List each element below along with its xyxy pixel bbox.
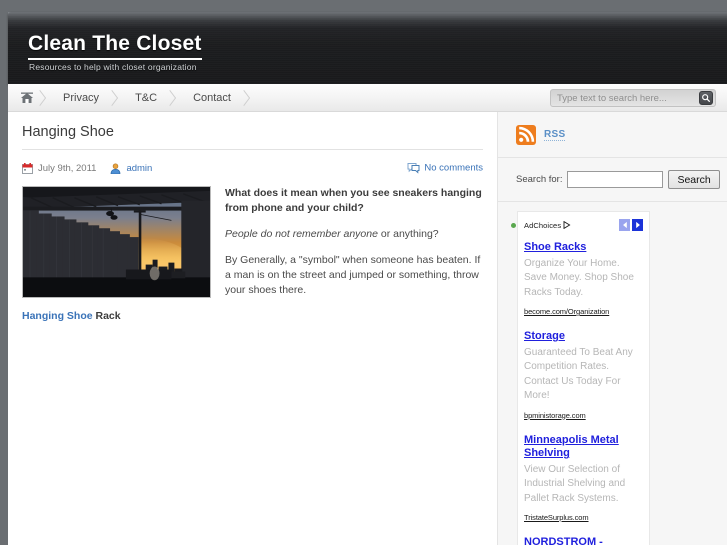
nav-item-privacy[interactable]: Privacy xyxy=(44,84,116,112)
ad-url-link[interactable]: become.com/Organization xyxy=(524,307,609,316)
ad-title-link[interactable]: NORDSTROM - Official Site xyxy=(524,536,643,545)
post-paragraph-rack: Hanging Shoe Rack xyxy=(22,309,483,324)
nav-item-label: T&C xyxy=(135,92,158,104)
hanging-shoe-link[interactable]: Hanging Shoe xyxy=(22,310,93,322)
adchoices-dot-icon xyxy=(511,223,516,228)
ad-title-link[interactable]: Shoe Racks xyxy=(524,241,643,255)
ad-title-link[interactable]: Minneapolis Metal Shelving xyxy=(524,434,643,461)
adchoices-triangle-icon xyxy=(563,220,571,230)
sidebar-search-widget: Search for: Search xyxy=(498,158,727,202)
calendar-icon xyxy=(22,162,33,174)
adchoices-text: AdChoices xyxy=(524,221,562,230)
nav-item-home[interactable] xyxy=(8,84,44,112)
chevron-left-icon xyxy=(622,221,627,229)
ad-description: View Our Selection of Industrial Shelvin… xyxy=(524,463,626,504)
ad-unit: AdChoices Shoe Racks Organize Your Home.… xyxy=(511,211,650,545)
post-meta: July 9th, 2011 admin No comments xyxy=(22,159,483,177)
nav-item-list: Privacy T&C Contact xyxy=(8,84,248,112)
adchoices-label[interactable]: AdChoices xyxy=(524,220,571,230)
ad-unit-header: AdChoices xyxy=(511,219,643,232)
ad-description: Guaranteed To Beat Any Competition Rates… xyxy=(524,346,633,402)
post-author-group: admin xyxy=(110,163,152,174)
sidebar-search-button[interactable]: Search xyxy=(668,170,720,189)
user-icon xyxy=(110,162,121,174)
ad-item: NORDSTROM - Official Site Shop apparel, … xyxy=(524,536,643,545)
ad-item: Minneapolis Metal Shelving View Our Sele… xyxy=(524,434,643,526)
post-author-link[interactable]: admin xyxy=(126,163,152,174)
header-search-box[interactable] xyxy=(550,89,716,107)
sidebar-search-label: Search for: xyxy=(516,174,563,185)
content-panel: Hanging Shoe July 9th, 2011 admin No com… xyxy=(8,112,727,545)
post-comments-label: No comments xyxy=(424,162,483,174)
sunset-silos-photo xyxy=(23,187,210,297)
post-thumbnail[interactable] xyxy=(22,186,211,298)
site-header: Clean The Closet Resources to help with … xyxy=(8,12,727,84)
site-tagline: Resources to help with closet organizati… xyxy=(29,62,197,72)
rss-widget: RSS xyxy=(498,112,727,158)
site-title: Clean The Closet xyxy=(28,32,202,61)
sidebar-search-input[interactable] xyxy=(567,171,664,188)
home-icon xyxy=(20,92,34,104)
ad-url-link[interactable]: TristateSurplus.com xyxy=(524,513,589,522)
ad-prev-button[interactable] xyxy=(619,219,630,231)
ad-item: Storage Guaranteed To Beat Any Competiti… xyxy=(524,330,643,423)
ad-item: Shoe Racks Organize Your Home. Save Mone… xyxy=(524,241,643,319)
post-title: Hanging Shoe xyxy=(22,124,483,150)
nav-item-contact[interactable]: Contact xyxy=(174,84,248,112)
ad-next-button[interactable] xyxy=(632,219,643,231)
page-root: Clean The Closet Resources to help with … xyxy=(0,0,727,545)
post-date: July 9th, 2011 xyxy=(38,162,97,174)
comment-bubble-icon xyxy=(407,163,420,174)
ad-title-link[interactable]: Storage xyxy=(524,330,643,344)
sidebar: RSS Search for: Search AdChoices Shoe Ra… xyxy=(497,112,727,545)
header-search-button[interactable] xyxy=(699,91,713,105)
rss-icon[interactable] xyxy=(516,124,536,145)
nav-item-label: Privacy xyxy=(63,92,100,104)
rss-link[interactable]: RSS xyxy=(544,129,566,141)
post-comments-link[interactable]: No comments xyxy=(407,163,483,174)
post-date-group: July 9th, 2011 xyxy=(22,162,97,174)
ad-description: Organize Your Home. Save Money. Shop Sho… xyxy=(524,257,634,298)
ad-nav xyxy=(619,219,643,231)
main-content-column: Hanging Shoe July 9th, 2011 admin No com… xyxy=(8,112,497,545)
search-icon xyxy=(702,94,710,102)
chevron-right-icon xyxy=(635,221,640,229)
post-body: What does it mean when you see sneakers … xyxy=(22,186,483,324)
header-search-input[interactable] xyxy=(557,91,699,105)
nav-item-label: Contact xyxy=(193,92,231,104)
rack-plain-text: Rack xyxy=(92,310,121,322)
ad-url-link[interactable]: bpministorage.com xyxy=(524,411,586,420)
nav-item-tc[interactable]: T&C xyxy=(116,84,174,112)
post-paragraph-italic-plain: or anything? xyxy=(377,228,439,240)
post-paragraph-italic-emphasis: People do not remember anyone xyxy=(225,228,378,240)
